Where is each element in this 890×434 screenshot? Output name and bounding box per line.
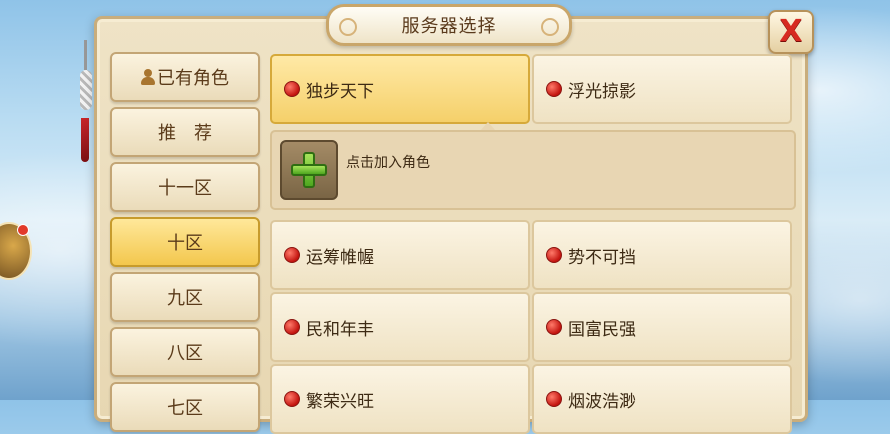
role-expand-panel: 点击加入角色 [270, 130, 796, 210]
sidebar-item-recommended[interactable]: 推 荐 [110, 107, 260, 157]
plus-icon [291, 152, 327, 188]
add-role-button[interactable] [280, 140, 338, 200]
status-dot-icon [546, 81, 562, 97]
server-item[interactable]: 国富民强 [532, 292, 792, 362]
tassel-decoration [78, 40, 94, 162]
sidebar-item-label: 推 荐 [158, 123, 212, 144]
close-button[interactable]: X [768, 10, 814, 54]
cloud-ornament-icon [339, 18, 357, 36]
server-item[interactable]: 势不可挡 [532, 220, 792, 290]
server-item[interactable]: 繁荣兴旺 [270, 364, 530, 434]
status-dot-icon [546, 391, 562, 407]
sidebar-item-label: 七区 [167, 398, 203, 419]
notification-dot [17, 224, 29, 236]
status-dot-icon [284, 391, 300, 407]
status-dot-icon [546, 319, 562, 335]
server-name: 浮光掠影 [568, 81, 636, 102]
cloud-ornament-icon [541, 18, 559, 36]
add-role-label: 点击加入角色 [346, 155, 430, 171]
server-name: 烟波浩渺 [568, 391, 636, 412]
person-icon [141, 69, 155, 85]
sidebar-item-zone-7[interactable]: 七区 [110, 382, 260, 432]
status-dot-icon [284, 319, 300, 335]
server-name: 民和年丰 [306, 319, 374, 340]
sidebar-item-zone-9[interactable]: 九区 [110, 272, 260, 322]
status-dot-icon [284, 247, 300, 263]
close-icon: X [779, 14, 803, 49]
server-name: 国富民强 [568, 319, 636, 340]
server-name: 势不可挡 [568, 247, 636, 268]
server-name: 繁荣兴旺 [306, 391, 374, 412]
sidebar-item-zone-10[interactable]: 十区 [110, 217, 260, 267]
sidebar-item-zone-8[interactable]: 八区 [110, 327, 260, 377]
server-item[interactable]: 民和年丰 [270, 292, 530, 362]
status-dot-icon [546, 247, 562, 263]
sidebar-item-zone-11[interactable]: 十一区 [110, 162, 260, 212]
sidebar-item-label: 十区 [167, 233, 203, 254]
server-item[interactable]: 运筹帷幄 [270, 220, 530, 290]
sidebar-item-existing-roles[interactable]: 已有角色 [110, 52, 260, 102]
zone-sidebar: 已有角色 推 荐 十一区 十区 九区 八区 七区 [104, 50, 260, 432]
server-item[interactable]: 独步天下 [270, 54, 530, 124]
sidebar-item-label: 九区 [167, 288, 203, 309]
server-name: 运筹帷幄 [306, 247, 374, 268]
server-item[interactable]: 烟波浩渺 [532, 364, 792, 434]
title-bar: 服务器选择 [326, 4, 572, 46]
page-title: 服务器选择 [401, 16, 497, 37]
status-dot-icon [284, 81, 300, 97]
sidebar-item-label: 十一区 [158, 178, 212, 199]
sidebar-item-label: 已有角色 [157, 68, 229, 89]
server-name: 独步天下 [306, 81, 374, 102]
server-item[interactable]: 浮光掠影 [532, 54, 792, 124]
sidebar-item-label: 八区 [167, 343, 203, 364]
